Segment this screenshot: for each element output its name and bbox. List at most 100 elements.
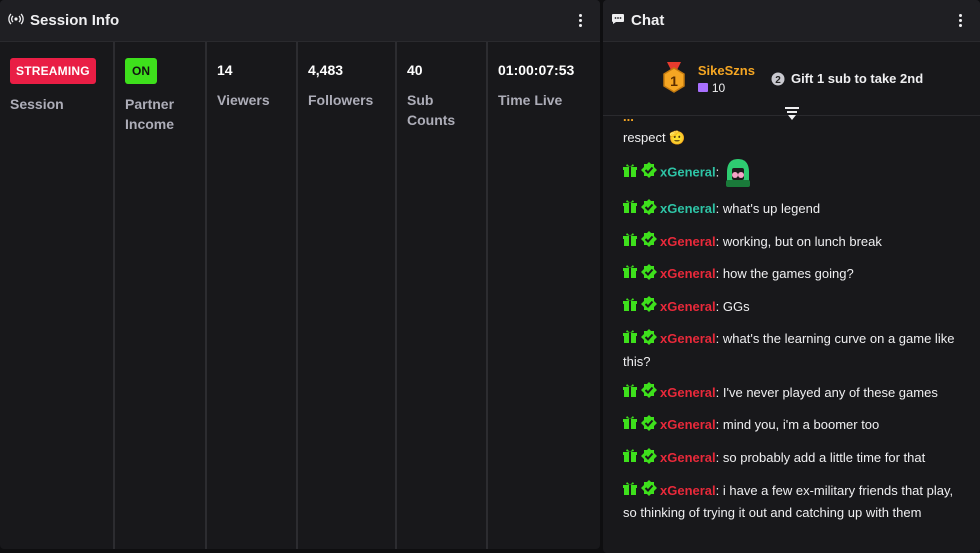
sub-gifter-badge-icon[interactable]: [623, 199, 637, 220]
stat-label-followers: Followers: [308, 92, 374, 108]
chat-badges: [623, 447, 657, 470]
verified-badge-icon[interactable]: [641, 328, 657, 351]
leader-username[interactable]: SikeSzns: [698, 63, 755, 78]
session-stats: STREAMING Session ON Partner Income 14 V…: [0, 42, 600, 549]
chat-message: xGeneral: I've never played any of these…: [623, 382, 960, 405]
chat-more-options-icon[interactable]: [950, 11, 970, 31]
chat-username[interactable]: xGeneral: [660, 299, 716, 314]
chat-message: xGeneral:: [623, 158, 960, 188]
chat-separator: :: [715, 164, 723, 180]
chat-badges: [623, 414, 657, 437]
sub-gifter-badge-icon[interactable]: [623, 297, 637, 318]
chat-badges: [623, 162, 657, 184]
stat-label-time-live: Time Live: [498, 92, 563, 108]
verified-badge-icon[interactable]: [641, 296, 657, 318]
session-info-header: Session Info: [0, 0, 600, 42]
chat-message: xGeneral: so probably add a little time …: [623, 447, 960, 470]
verified-badge-icon[interactable]: [641, 414, 657, 437]
verified-badge-icon[interactable]: [641, 447, 657, 470]
sub-gifter-badge-icon[interactable]: [623, 163, 637, 184]
chat-username[interactable]: xGeneral: [660, 201, 716, 216]
chat-message: xGeneral: mind you, i'm a boomer too: [623, 414, 960, 437]
chat-username[interactable]: xGeneral: [660, 385, 716, 400]
stat-followers: 4,483 Followers: [298, 42, 397, 549]
leader-info: SikeSzns 10: [697, 63, 755, 95]
partial-message-text: respect 🫡: [623, 130, 686, 145]
chat-username[interactable]: xGeneral: [660, 266, 716, 281]
session-more-options-icon[interactable]: [570, 11, 590, 31]
chat-username[interactable]: xGeneral: [660, 234, 716, 249]
streaming-badge: STREAMING: [10, 58, 96, 84]
chat-badges: [623, 382, 657, 404]
chat-bubble-icon: [611, 12, 625, 30]
chat-message-text: : GGs: [715, 298, 750, 314]
chat-message-text: : how the games going?: [715, 266, 854, 282]
leader-gift-count: 10: [697, 80, 755, 95]
chat-message-text: : so probably add a little time for that: [715, 449, 926, 465]
chat-message-text: : mind you, i'm a boomer too: [715, 417, 880, 433]
viewers-value: 14: [217, 62, 233, 78]
leader-count-value: 10: [711, 80, 726, 95]
stat-label-viewers: Viewers: [217, 92, 270, 108]
chat-message-text: : what's up legend: [715, 201, 821, 216]
broadcast-icon: [8, 12, 24, 30]
sub-gifter-badge-icon[interactable]: [623, 264, 637, 285]
verified-badge-icon[interactable]: [641, 480, 657, 502]
chat-username[interactable]: xGeneral: [660, 417, 716, 432]
sub-gifter-badge-icon[interactable]: [623, 329, 637, 350]
second-place-rank: 2: [775, 75, 781, 86]
chat-message: xGeneral: GGs: [623, 296, 960, 319]
chat-message-text: : working, but on lunch break: [715, 233, 882, 249]
stat-session: STREAMING Session: [0, 42, 115, 549]
partial-username: ...: [623, 116, 634, 124]
second-place-callout: 2 Gift 1 sub to take 2nd: [771, 71, 923, 86]
chat-badges: [623, 198, 657, 221]
sub-gifter-badge-icon[interactable]: [623, 232, 637, 253]
verified-badge-icon[interactable]: [641, 263, 657, 286]
chat-badges: [623, 480, 657, 502]
chat-message: xGeneral: what's the learning curve on a…: [623, 328, 960, 372]
partner-income-on-badge: ON: [125, 58, 157, 84]
gift-leaderboard: 1 SikeSzns 10 2 Gift 1 sub to take 2nd: [603, 42, 980, 120]
gift-icon: [697, 83, 708, 92]
stat-time-live: 01:00:07:53 Time Live: [488, 42, 600, 549]
chat-username[interactable]: xGeneral: [660, 450, 716, 465]
chat-messages: xGeneral: xGeneral: what's up legend xGen…: [623, 158, 960, 523]
chat-username[interactable]: xGeneral: [660, 331, 716, 346]
chat-message: xGeneral: what's up legend: [623, 198, 960, 221]
chat-message: xGeneral: how the games going?: [623, 263, 960, 286]
chat-emote-icon[interactable]: [723, 158, 753, 188]
sub-gifter-badge-icon[interactable]: [623, 448, 637, 469]
chat-badges: [623, 296, 657, 318]
first-place-medal-icon: 1: [660, 61, 688, 96]
chat-message: xGeneral: i have a few ex-military frien…: [623, 480, 960, 524]
chat-header: Chat: [603, 0, 980, 42]
sub-gifter-badge-icon[interactable]: [623, 415, 637, 436]
verified-badge-icon[interactable]: [641, 382, 657, 404]
stat-label-sub-counts: Sub Counts: [407, 92, 456, 128]
verified-badge-icon[interactable]: [641, 162, 657, 184]
stat-sub-counts: 40 Sub Counts: [397, 42, 488, 549]
stat-label-partner-income: Partner Income: [125, 96, 175, 132]
second-place-text: Gift 1 sub to take 2nd: [790, 71, 924, 86]
time-live-value: 01:00:07:53: [498, 62, 575, 78]
chat-message-list[interactable]: ... respect 🫡 xGeneral: xGeneral: what's…: [603, 116, 980, 553]
chat-panel: Chat 1 SikeSzns 10 2 Gift 1 sub to take …: [603, 0, 980, 553]
sub-gifter-badge-icon[interactable]: [623, 383, 637, 404]
stat-viewers: 14 Viewers: [207, 42, 298, 549]
chat-message-text: : I've never played any of these games: [715, 384, 938, 400]
chat-username[interactable]: xGeneral: [660, 164, 716, 179]
session-info-title: Session Info: [30, 12, 120, 29]
second-place-medal-icon: 2: [771, 72, 785, 86]
sub-counts-value: 40: [407, 62, 423, 78]
stat-label-session: Session: [10, 96, 64, 112]
chat-message: xGeneral: working, but on lunch break: [623, 231, 960, 254]
verified-badge-icon[interactable]: [641, 231, 657, 253]
chat-badges: [623, 328, 657, 351]
sub-gifter-badge-icon[interactable]: [623, 481, 637, 502]
chat-badges: [623, 231, 657, 253]
chat-username[interactable]: xGeneral: [660, 483, 716, 498]
chat-title: Chat: [631, 12, 665, 29]
first-place-rank: 1: [670, 73, 678, 89]
verified-badge-icon[interactable]: [641, 198, 657, 221]
